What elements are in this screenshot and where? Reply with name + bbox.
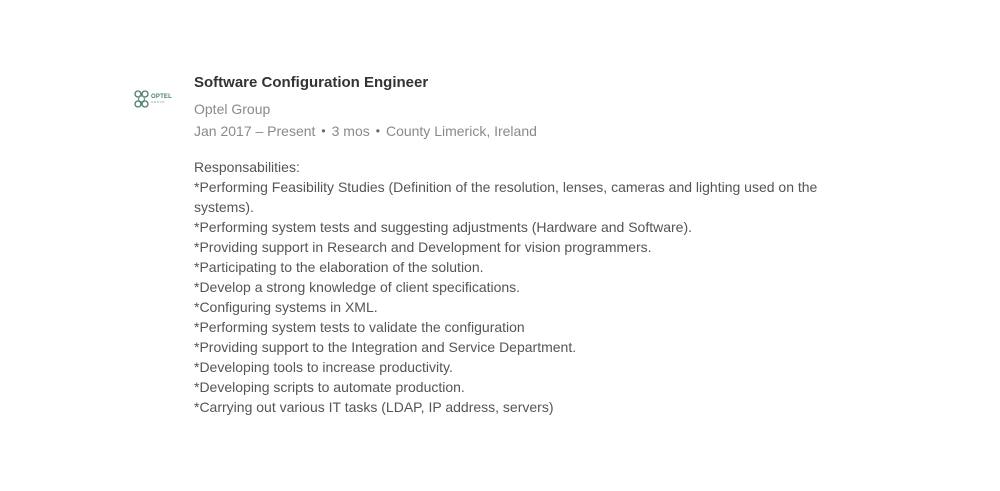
optel-group-logo-icon [134,90,149,108]
position-description: Responsabilities: *Performing Feasibilit… [194,157,854,417]
separator-dot: • [321,124,326,138]
description-line: *Providing support in Research and Devel… [194,239,652,255]
company-logo[interactable]: OPTEL GROUP [134,87,182,111]
description-line: *Performing system tests and suggesting … [194,219,693,235]
logo-sub: GROUP [151,100,166,104]
logo-wordmark: OPTEL GROUP [151,94,172,104]
description-line: *Performing Feasibility Studies (Definit… [194,179,818,195]
position-meta: Jan 2017 – Present • 3 mos • County Lime… [194,122,854,140]
separator-dot: • [375,124,380,138]
description-line: *Developing scripts to automate producti… [194,379,465,395]
date-range: Jan 2017 – Present [194,123,316,139]
position-entry: OPTEL GROUP Software Configuration Engin… [134,70,854,417]
description-line: *Providing support to the Integration an… [194,339,577,355]
description-line: *Carrying out various IT tasks (LDAP, IP… [194,399,554,415]
position-details: Software Configuration Engineer Optel Gr… [194,70,854,417]
job-title: Software Configuration Engineer [194,74,429,91]
company-name[interactable]: Optel Group [194,100,854,118]
description-line: *Performing system tests to validate the… [194,319,525,335]
description-line: *Develop a strong knowledge of client sp… [194,279,521,295]
description-line: *Configuring systems in XML. [194,299,378,315]
description-line: Responsabilities: [194,159,300,175]
location: County Limerick, Ireland [385,123,537,139]
description-line: *Participating to the elaboration of the… [194,259,484,275]
description-line: systems). [194,199,254,215]
duration: 3 mos [331,123,370,139]
description-line: *Developing tools to increase productivi… [194,359,453,375]
